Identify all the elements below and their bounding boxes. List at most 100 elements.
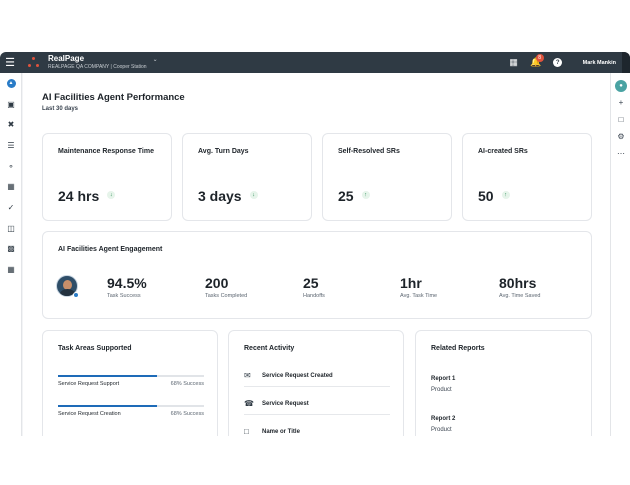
task-area-success: 68% Success — [170, 381, 204, 387]
kpi-card-self-resolved: Self-Resolved SRs 25 ↑ — [322, 133, 452, 221]
date-range-label: Last 30 days — [42, 106, 79, 112]
report-product: Product — [431, 387, 452, 393]
status-dot-icon — [73, 292, 79, 298]
nav-keys[interactable]: ⚬ — [0, 156, 22, 177]
kpi-value: 50 — [478, 188, 494, 204]
nav-packages[interactable]: ◫ — [0, 218, 22, 239]
report-title: Report 2 — [431, 416, 456, 422]
chevron-down-icon[interactable]: ⌄ — [153, 56, 158, 63]
main-content: AI Facilities Agent Performance Last 30 … — [23, 73, 610, 436]
ai-assistant-icon: ▲ — [6, 78, 16, 88]
stat-value: 25 — [303, 275, 319, 291]
stat-label: Handoffs — [303, 293, 325, 299]
report-link[interactable]: Report 1 Product — [431, 376, 455, 393]
trend-up-icon: ↑ — [361, 191, 370, 200]
package-icon: ◫ — [7, 223, 15, 233]
app-window: ☰ RealPage REALPAGE QA COMPANY | Cooper … — [0, 52, 630, 436]
realpage-logo — [24, 52, 44, 73]
nav-ai-assistant[interactable]: ▲ — [0, 73, 22, 94]
kpi-value: 24 hrs — [58, 188, 100, 204]
activity-label: Name or Title — [262, 428, 300, 435]
nav-reports[interactable]: ▩ — [0, 239, 22, 260]
task-areas-card: Task Areas Supported Service Request Sup… — [42, 330, 218, 436]
engagement-title: AI Facilities Agent Engagement — [58, 246, 163, 253]
kpi-value: 3 days — [198, 188, 242, 204]
chat-button[interactable]: □ — [611, 111, 630, 128]
settings-button[interactable]: ⚙ — [611, 128, 630, 145]
related-reports-card: Related Reports Report 1 Product Report … — [415, 330, 592, 436]
progress-fill — [58, 405, 158, 407]
phone-icon: ☎ — [244, 399, 254, 408]
context-separator: | — [110, 64, 112, 70]
kpi-label: Self-Resolved SRs — [338, 148, 400, 155]
company-name: REALPAGE QA COMPANY — [48, 64, 110, 70]
kpi-label: AI-created SRs — [478, 148, 528, 155]
kpi-card-response-time: Maintenance Response Time 24 hrs ↓ — [42, 133, 172, 221]
kpi-value-row: 25 ↑ — [338, 188, 370, 204]
top-bar-actions: ▦ 🔔 8 ? Mark Mankin — [503, 52, 630, 73]
recent-activity-title: Recent Activity — [244, 345, 295, 352]
engagement-card: AI Facilities Agent Engagement 94.5% Tas… — [42, 231, 592, 319]
mail-icon: ✉ — [244, 371, 251, 380]
kpi-value: 25 — [338, 188, 354, 204]
property-selector[interactable]: RealPage REALPAGE QA COMPANY | Cooper St… — [48, 55, 147, 70]
more-button[interactable]: ⋯ — [611, 145, 630, 162]
calendar-icon: ▣ — [7, 99, 15, 109]
stat-value: 80hrs — [499, 275, 537, 291]
help-button[interactable]: ? — [547, 52, 569, 73]
gear-icon: ⚙ — [617, 132, 625, 141]
activity-label: Service Request Created — [262, 372, 333, 379]
progress-track — [58, 405, 204, 407]
left-nav: ▲ ▣ ✖ ☰ ⚬ ▦ ✓ ◫ ▩ ▦ — [0, 73, 22, 436]
ai-agent-button[interactable]: ● — [611, 77, 630, 94]
activity-item[interactable]: ✉ Service Request Created — [244, 365, 390, 387]
brand-name: RealPage — [48, 54, 85, 63]
progress-fill — [58, 375, 158, 377]
chat-icon: □ — [618, 115, 624, 124]
user-avatar-strip — [622, 52, 630, 73]
report-link[interactable]: Report 2 Product — [431, 416, 455, 433]
nav-properties[interactable]: ▦ — [0, 259, 22, 280]
right-toolbar: ● + □ ⚙ ⋯ — [610, 73, 630, 436]
help-icon: ? — [553, 58, 563, 67]
menu-icon[interactable]: ☰ — [0, 52, 20, 73]
stat-value: 94.5% — [107, 275, 147, 291]
report-product: Product — [431, 427, 452, 433]
stat-avg-time-saved: 80hrs Avg. Time Saved — [499, 275, 540, 299]
trend-up-icon: ↑ — [501, 191, 510, 200]
nav-tasks[interactable]: ✓ — [0, 197, 22, 218]
kpi-value-row: 3 days ↓ — [198, 188, 258, 204]
kpi-label: Maintenance Response Time — [58, 148, 154, 155]
activity-item[interactable]: □ Name or Title — [244, 421, 390, 436]
page-title: AI Facilities Agent Performance — [42, 92, 185, 103]
trend-down-icon: ↓ — [249, 191, 258, 200]
activity-item[interactable]: ☎ Service Request — [244, 393, 390, 415]
check-icon: ✓ — [7, 202, 15, 212]
task-areas-title: Task Areas Supported — [58, 345, 132, 352]
stat-label: Task Success — [107, 293, 141, 299]
stat-label: Avg. Time Saved — [499, 293, 541, 299]
kpi-value-row: 24 hrs ↓ — [58, 188, 116, 204]
task-area-name: Service Request Creation — [58, 411, 121, 417]
building-chart-icon: ▩ — [7, 244, 15, 254]
stat-tasks-completed: 200 Tasks Completed — [205, 275, 247, 299]
nav-list[interactable]: ☰ — [0, 135, 22, 156]
progress-track — [58, 375, 204, 377]
stat-label: Avg. Task Time — [400, 293, 438, 299]
task-area-row: Service Request Support 68% Success — [58, 375, 204, 387]
apps-grid-icon[interactable]: ▦ — [503, 52, 525, 73]
tools-icon: ✖ — [7, 120, 15, 130]
nav-inventory[interactable]: ▦ — [0, 176, 22, 197]
ai-agent-icon: ● — [615, 79, 627, 92]
building-icon: ▦ — [7, 265, 15, 275]
notifications-button[interactable]: 🔔 8 — [525, 52, 547, 73]
trend-down-icon: ↓ — [107, 191, 116, 200]
boxes-icon: ▦ — [7, 182, 15, 192]
nav-calendar[interactable]: ▣ — [0, 94, 22, 115]
user-menu[interactable]: Mark Mankin — [583, 60, 616, 66]
kpi-card-ai-created: AI-created SRs 50 ↑ — [462, 133, 592, 221]
property-name: Cooper Station — [113, 64, 147, 70]
nav-tools[interactable]: ✖ — [0, 114, 22, 135]
add-button[interactable]: + — [611, 94, 630, 111]
task-area-success: 68% Success — [170, 411, 204, 417]
